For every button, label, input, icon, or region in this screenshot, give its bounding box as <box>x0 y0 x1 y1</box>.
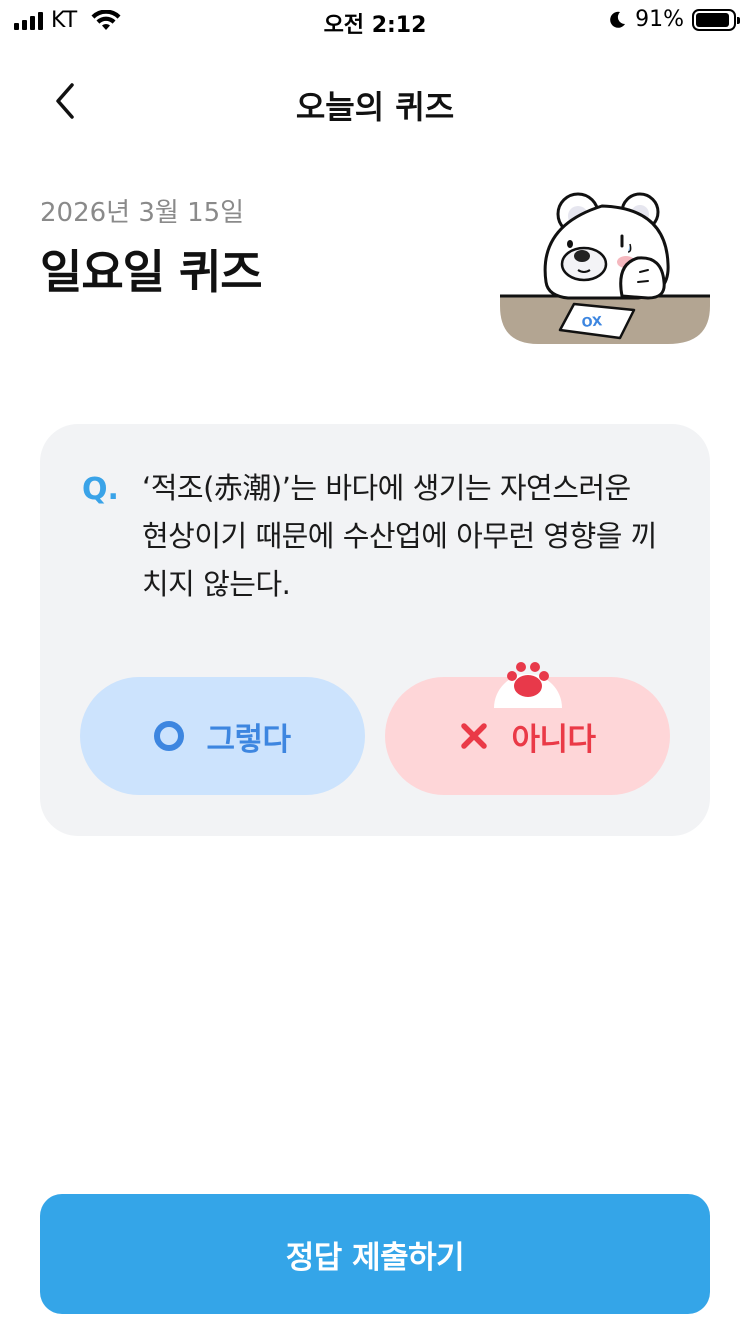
paw-selected-icon <box>494 662 562 708</box>
quiz-card: Q. ‘적조(赤潮)’는 바다에 생기는 자연스러운 현상이기 때문에 수산업에… <box>40 424 710 836</box>
x-mark-icon <box>461 723 488 749</box>
answer-yes-label: 그렇다 <box>206 721 291 758</box>
answer-no-label: 아니다 <box>511 721 596 758</box>
moon-icon <box>610 11 626 28</box>
battery-fill <box>696 12 729 27</box>
bear-illustration: OX <box>500 192 710 344</box>
answer-yes-button[interactable]: 그렇다 <box>80 677 365 795</box>
battery-percent: 91% <box>635 7 684 32</box>
nav-bar: 오늘의 퀴즈 <box>0 60 750 140</box>
question-mark-label: Q. <box>82 472 119 507</box>
status-right: 91% <box>607 7 740 32</box>
question-text: ‘적조(赤潮)’는 바다에 생기는 자연스러운 현상이기 때문에 수산업에 아무… <box>142 471 657 601</box>
page-title: 오늘의 퀴즈 <box>295 88 455 126</box>
submit-answer-button[interactable]: 정답 제출하기 <box>40 1194 710 1314</box>
quiz-date: 2026년 3월 15일 <box>40 198 245 228</box>
status-bar: KT 오전 2:12 91% <box>0 0 750 40</box>
battery-icon <box>692 8 740 31</box>
ox-card-text: OX <box>581 314 603 331</box>
quiz-day-title: 일요일 퀴즈 <box>40 245 263 299</box>
circle-o-icon <box>154 721 185 751</box>
